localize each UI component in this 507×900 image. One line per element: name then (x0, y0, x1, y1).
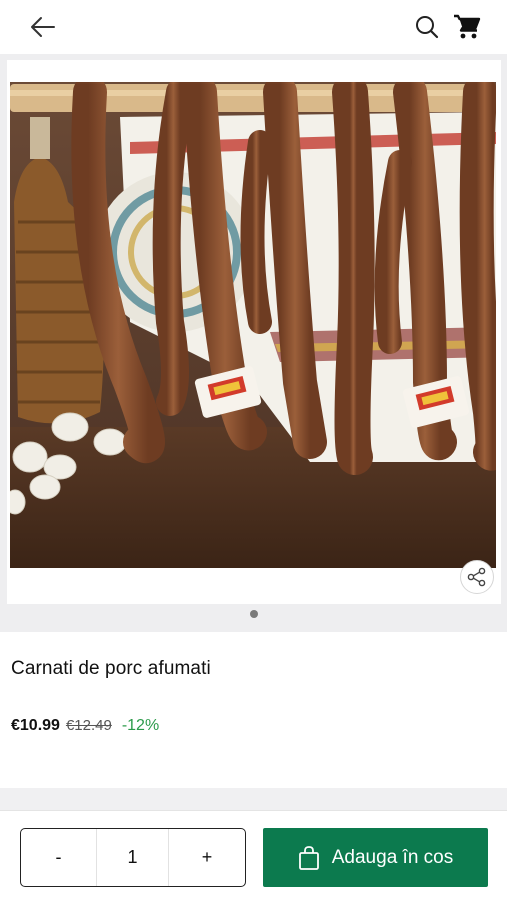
cart-icon (454, 14, 481, 39)
add-to-cart-label: Adauga în cos (331, 846, 454, 868)
search-icon (416, 16, 439, 39)
cart-button[interactable] (452, 12, 482, 42)
back-button[interactable] (28, 13, 58, 41)
arrow-left-icon (31, 17, 55, 37)
add-to-cart-bar: - 1 + Adauga în cos (0, 810, 507, 900)
product-photo-illustration (10, 82, 496, 568)
search-button[interactable] (414, 14, 440, 40)
section-divider (0, 788, 507, 810)
share-icon (467, 567, 486, 587)
current-price: €10.99 (11, 717, 60, 734)
quantity-stepper: - 1 + (20, 828, 246, 887)
carousel-dot-active[interactable] (249, 610, 258, 618)
product-title: Carnati de porc afumati (11, 658, 211, 679)
product-info: Carnati de porc afumati €10.99 €12.49 -1… (0, 632, 507, 788)
increase-quantity-button[interactable]: + (169, 829, 245, 886)
share-button[interactable] (460, 560, 494, 594)
decrease-quantity-button[interactable]: - (21, 829, 97, 886)
add-to-cart-button[interactable]: Adauga în cos (263, 828, 488, 887)
discount-badge: -12% (121, 717, 160, 734)
quantity-value: 1 (97, 829, 169, 886)
product-image[interactable] (10, 82, 496, 568)
top-app-bar (0, 0, 507, 54)
price-row: €10.99 €12.49 -12% (11, 717, 159, 735)
old-price: €12.49 (65, 717, 112, 734)
carousel-indicator (0, 606, 507, 622)
product-gallery[interactable] (0, 54, 507, 632)
shopping-bag-icon (298, 845, 319, 870)
